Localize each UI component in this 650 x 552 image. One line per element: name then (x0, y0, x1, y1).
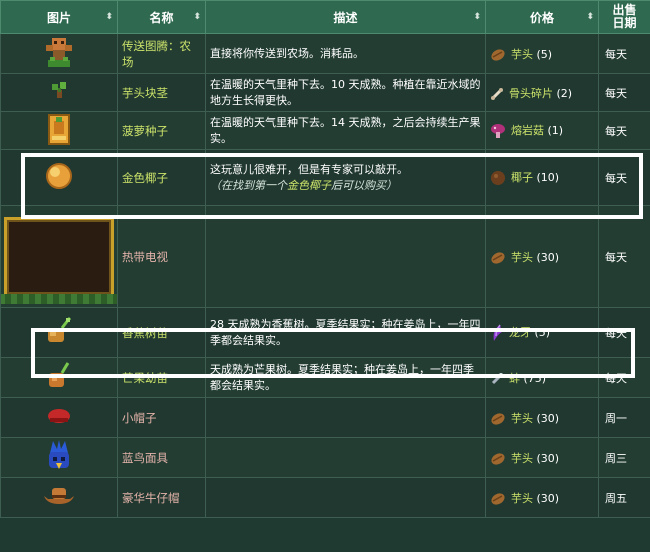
sale-day: 周三 (598, 437, 650, 478)
header-desc[interactable]: 描述 ⬍ (205, 0, 486, 34)
taro-icon (491, 492, 505, 505)
table-row: 小帽子 芋头 (30) 周一 (0, 397, 650, 438)
item-image-cell (0, 205, 118, 308)
dragon-tooth-icon (493, 324, 502, 341)
item-image-cell (0, 111, 118, 150)
item-name[interactable]: 香蕉树苗 (117, 307, 206, 358)
golden-coconut-link[interactable]: 金色椰子 (287, 179, 331, 192)
item-name[interactable]: 蓝鸟面具 (117, 437, 206, 478)
item-price: 椰子 (10) (485, 149, 599, 206)
table-row: 菠萝种子 在温暖的天气里种下去。14 天成熟，之后会持续生产果实。 熔岩菇 (1… (0, 111, 650, 150)
table-row: 传送图腾：农场 直接将你传送到农场。消耗品。 芋头 (5) 每天 (0, 33, 650, 74)
sale-day: 每天 (598, 307, 650, 358)
table-header-row: 图片 ⬍ 名称 ⬍ 描述 ⬍ 价格 ⬍ 出售 日期 (0, 0, 650, 34)
header-price[interactable]: 价格 ⬍ (485, 0, 599, 34)
item-image-cell (0, 33, 118, 74)
mussel-icon (491, 372, 503, 384)
item-name[interactable]: 芒果幼苗 (117, 357, 206, 398)
small-cap-icon (48, 409, 70, 423)
table-row: 金色椰子 这玩意儿很难开，但是有专家可以敲开。 （在找到第一个金色椰子后可以购买… (0, 149, 650, 206)
item-price: 熔岩菇 (1) (485, 111, 599, 150)
item-image-cell (0, 397, 118, 438)
item-name[interactable]: 热带电视 (117, 205, 206, 308)
table-row: 香蕉树苗 28 天成熟为香蕉树。夏季结果实；种在姜岛上，一年四季都会结果实。 龙… (0, 307, 650, 358)
item-price: 龙牙 (5) (485, 307, 599, 358)
deluxe-cowboy-hat-icon (44, 488, 74, 504)
sort-icon[interactable]: ⬍ (193, 12, 201, 22)
item-price: 芋头 (30) (485, 205, 599, 308)
item-desc: 这玩意儿很难开，但是有专家可以敲开。 （在找到第一个金色椰子后可以购买） (205, 149, 486, 206)
magma-cap-icon (491, 124, 505, 138)
item-desc (205, 205, 486, 308)
bone-fragment-icon (491, 87, 503, 100)
item-name[interactable]: 传送图腾：农场 (117, 33, 206, 74)
item-image-cell (0, 307, 118, 358)
item-image-cell (0, 73, 118, 112)
sale-day: 每天 (598, 357, 650, 398)
table-row: 芋头块茎 在温暖的天气里种下去。10 天成熟。种植在靠近水域的地方生长得更快。 … (0, 73, 650, 112)
golden-coconut-icon (46, 163, 72, 189)
item-price: 蚌 (75) (485, 357, 599, 398)
table-row: 热带电视 芋头 (30) 每天 (0, 205, 650, 308)
item-desc: 在温暖的天气里种下去。10 天成熟。种植在靠近水域的地方生长得更快。 (205, 73, 486, 112)
sale-day: 每天 (598, 149, 650, 206)
taro-icon (491, 412, 505, 425)
item-desc: 28 天成熟为香蕉树。夏季结果实；种在姜岛上，一年四季都会结果实。 (205, 307, 486, 358)
item-name[interactable]: 芋头块茎 (117, 73, 206, 112)
coconut-icon (491, 171, 505, 185)
island-trader-table: 图片 ⬍ 名称 ⬍ 描述 ⬍ 价格 ⬍ 出售 日期 传送图腾：农场 直接将你传送… (0, 0, 650, 518)
table-row: 芒果幼苗 天成熟为芒果树。夏季结果实；种在姜岛上，一年四季都会结果实。 蚌 (7… (0, 357, 650, 398)
item-price: 芋头 (30) (485, 437, 599, 478)
item-image-cell (0, 437, 118, 478)
sort-icon[interactable]: ⬍ (586, 12, 594, 22)
sort-icon[interactable]: ⬍ (105, 12, 113, 22)
taro-icon (491, 48, 505, 61)
sale-day: 周五 (598, 477, 650, 518)
taro-icon (491, 452, 505, 465)
item-image-cell (0, 477, 118, 518)
item-image-cell (0, 357, 118, 398)
banana-sapling-icon (48, 316, 72, 342)
sale-day: 每天 (598, 33, 650, 74)
item-price: 骨头碎片 (2) (485, 73, 599, 112)
item-name[interactable]: 豪华牛仔帽 (117, 477, 206, 518)
item-name[interactable]: 金色椰子 (117, 149, 206, 206)
tropical-tv-icon (1, 216, 117, 304)
table-row: 豪华牛仔帽 芋头 (30) 周五 (0, 477, 650, 518)
item-price: 芋头 (30) (485, 397, 599, 438)
pineapple-seed-icon (48, 114, 70, 145)
taro-tuber-icon (52, 82, 66, 98)
header-image[interactable]: 图片 ⬍ (0, 0, 118, 34)
bluebird-mask-icon (49, 440, 69, 469)
sort-icon[interactable]: ⬍ (473, 12, 481, 22)
taro-icon (491, 251, 505, 264)
sale-day: 每天 (598, 73, 650, 112)
item-desc (205, 477, 486, 518)
item-desc (205, 397, 486, 438)
item-desc: 天成熟为芒果树。夏季结果实；种在姜岛上，一年四季都会结果实。 (205, 357, 486, 398)
header-day[interactable]: 出售 日期 (598, 0, 650, 34)
purchase-note: （在找到第一个金色椰子后可以购买） (210, 178, 397, 192)
item-name[interactable]: 菠萝种子 (117, 111, 206, 150)
item-price: 芋头 (5) (485, 33, 599, 74)
item-desc: 直接将你传送到农场。消耗品。 (205, 33, 486, 74)
item-desc: 在温暖的天气里种下去。14 天成熟，之后会持续生产果实。 (205, 111, 486, 150)
item-desc (205, 437, 486, 478)
sale-day: 每天 (598, 205, 650, 308)
item-name[interactable]: 小帽子 (117, 397, 206, 438)
sale-day: 周一 (598, 397, 650, 438)
header-name[interactable]: 名称 ⬍ (117, 0, 206, 34)
sale-day: 每天 (598, 111, 650, 150)
item-price: 芋头 (30) (485, 477, 599, 518)
mango-sapling-icon (49, 362, 70, 387)
table-row: 蓝鸟面具 芋头 (30) 周三 (0, 437, 650, 478)
item-image-cell (0, 149, 118, 206)
totem-farm-icon (46, 38, 72, 67)
